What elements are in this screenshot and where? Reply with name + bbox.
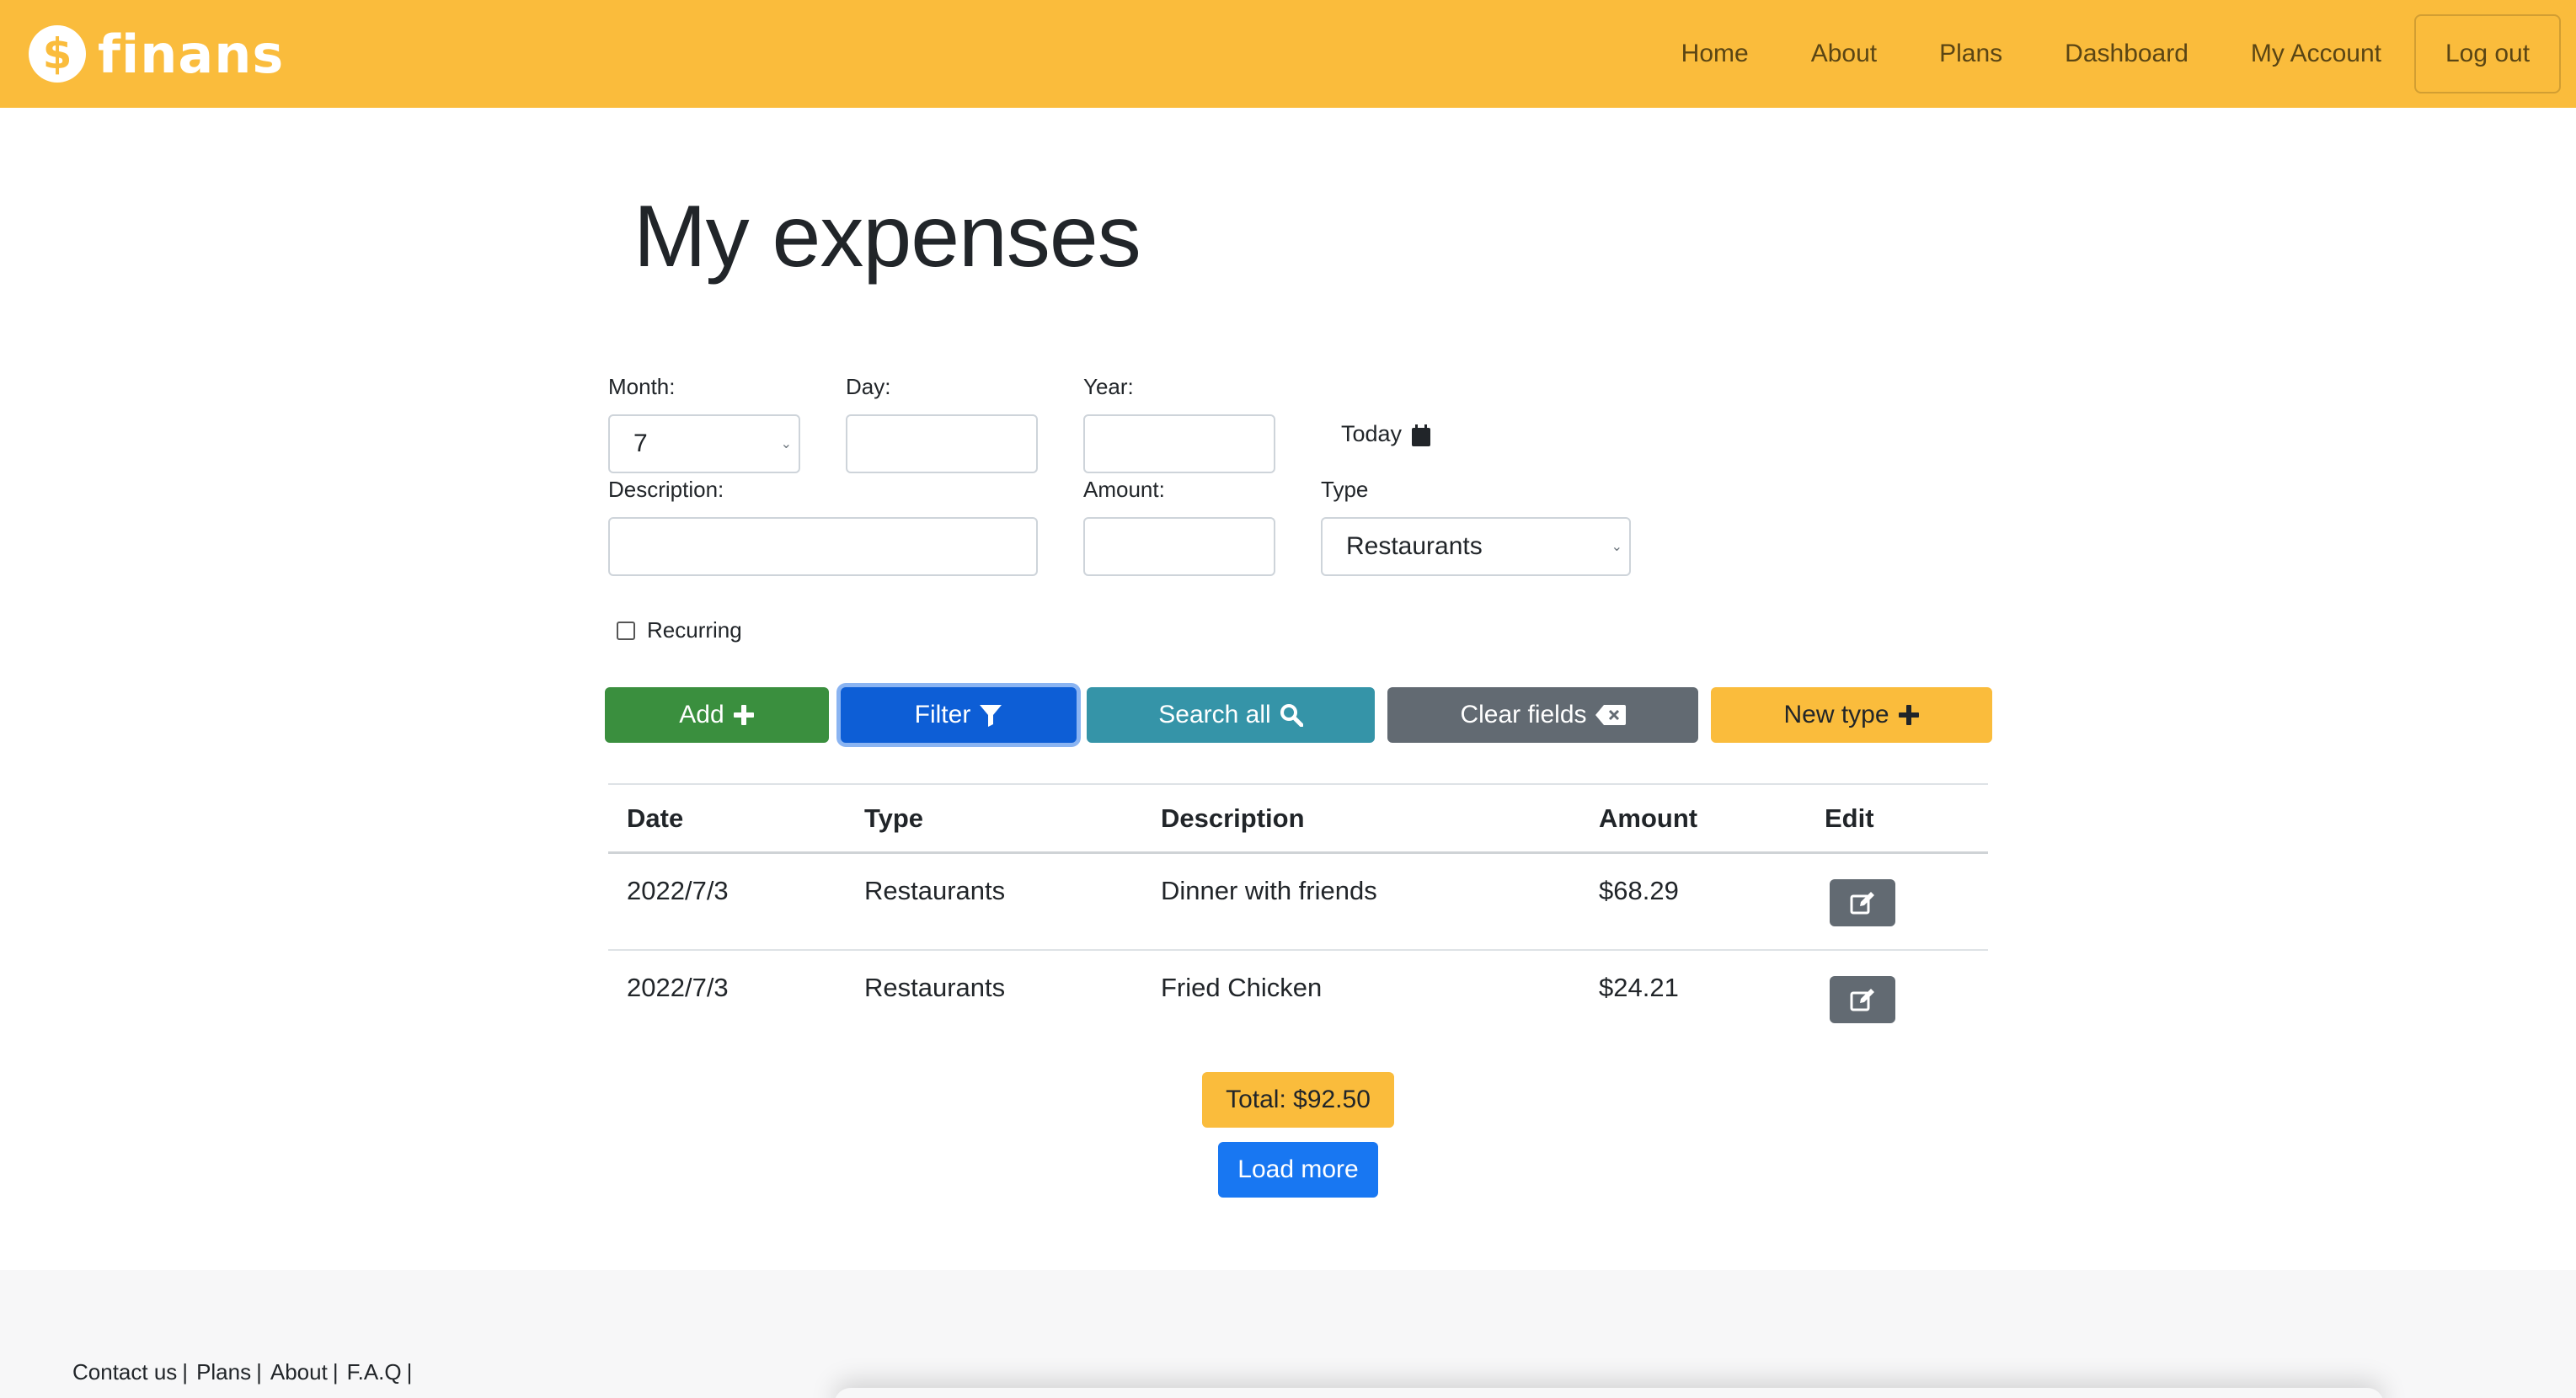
total-badge: Total: $92.50 [1202,1072,1394,1128]
brand[interactable]: $ finans [29,24,284,85]
new-type-button-label: New type [1783,701,1889,728]
footer-link-plans[interactable]: Plans [196,1359,251,1385]
chevron-down-icon: ⌄ [1611,540,1622,554]
row-date: 2022/7/3 [627,973,729,1002]
nav-link-home[interactable]: Home [1681,40,1749,68]
month-select[interactable]: 7 ⌄ [608,414,800,473]
search-icon [1280,704,1303,727]
edit-button[interactable] [1830,976,1895,1023]
backspace-icon [1595,705,1626,725]
footer: Contact us | Plans | About | F.A.Q | [0,1270,2576,1398]
footer-separator: | [406,1359,413,1385]
footer-separator: | [182,1359,189,1385]
navbar: $ finans Home About Plans Dashboard My A… [0,0,2576,108]
nav-link-about[interactable]: About [1811,40,1877,68]
month-value: 7 [633,430,648,457]
row-date: 2022/7/3 [627,876,729,905]
expenses-table: Date Type Description Amount Edit 2022/7… [608,783,1988,1048]
filter-icon [980,705,1002,727]
header-edit: Edit [1825,803,1874,833]
table-row: 2022/7/3 Restaurants Dinner with friends… [608,854,1988,951]
edit-icon [1850,892,1874,915]
footer-link-faq[interactable]: F.A.Q [347,1359,402,1385]
description-label: Description: [608,477,724,502]
chevron-down-icon: ⌄ [780,437,792,451]
clear-fields-button-label: Clear fields [1460,701,1587,728]
new-type-button[interactable]: New type [1711,687,1992,743]
footer-card [834,1388,2384,1398]
plus-icon [733,705,754,725]
today-button[interactable]: Today [1341,421,1431,447]
header-type: Type [864,803,924,833]
recurring-checkbox[interactable] [617,621,635,640]
day-label: Day: [846,374,891,399]
edit-icon [1850,989,1874,1011]
footer-links: Contact us | Plans | About | F.A.Q | [72,1359,420,1385]
row-amount: $24.21 [1599,973,1679,1002]
row-description: Dinner with friends [1161,876,1377,905]
edit-button[interactable] [1830,879,1895,926]
description-input[interactable] [608,517,1038,576]
search-all-button[interactable]: Search all [1087,687,1375,743]
search-all-button-label: Search all [1158,701,1271,728]
type-select[interactable]: Restaurants ⌄ [1321,517,1631,576]
add-button[interactable]: Add [605,687,829,743]
logout-button[interactable]: Log out [2414,14,2561,93]
table-header-row: Date Type Description Amount Edit [608,783,1988,854]
header-date: Date [627,803,684,833]
nav-links: Home About Plans Dashboard My Account Lo… [1650,14,2561,93]
filter-button[interactable]: Filter [841,687,1077,743]
clear-fields-button[interactable]: Clear fields [1387,687,1698,743]
recurring-row: Recurring [617,617,742,643]
day-input[interactable] [846,414,1038,473]
row-type: Restaurants [864,973,1006,1002]
header-amount: Amount [1599,803,1698,833]
footer-link-contact[interactable]: Contact us [72,1359,177,1385]
type-value: Restaurants [1346,532,1483,560]
page-title: My expenses [633,188,1141,285]
amount-input[interactable] [1083,517,1275,576]
dollar-logo-icon: $ [29,25,86,83]
load-more-button[interactable]: Load more [1218,1142,1378,1198]
today-label: Today [1341,421,1403,446]
nav-link-my-account[interactable]: My Account [2251,40,2381,68]
table-row: 2022/7/3 Restaurants Fried Chicken $24.2… [608,951,1988,1048]
month-label: Month: [608,374,676,399]
calendar-icon [1412,424,1431,446]
nav-link-dashboard[interactable]: Dashboard [2065,40,2189,68]
brand-name: finans [98,23,285,85]
recurring-label: Recurring [647,617,742,643]
plus-icon [1898,705,1919,725]
type-label: Type [1321,477,1369,502]
year-label: Year: [1083,374,1134,399]
nav-link-plans[interactable]: Plans [1939,40,2002,68]
amount-label: Amount: [1083,477,1165,502]
header-description: Description [1161,803,1305,833]
footer-separator: | [256,1359,262,1385]
footer-link-about[interactable]: About [270,1359,328,1385]
row-description: Fried Chicken [1161,973,1323,1002]
filter-button-label: Filter [914,701,971,728]
add-button-label: Add [679,701,724,728]
year-input[interactable] [1083,414,1275,473]
row-type: Restaurants [864,876,1006,905]
footer-separator: | [332,1359,339,1385]
row-amount: $68.29 [1599,876,1679,905]
